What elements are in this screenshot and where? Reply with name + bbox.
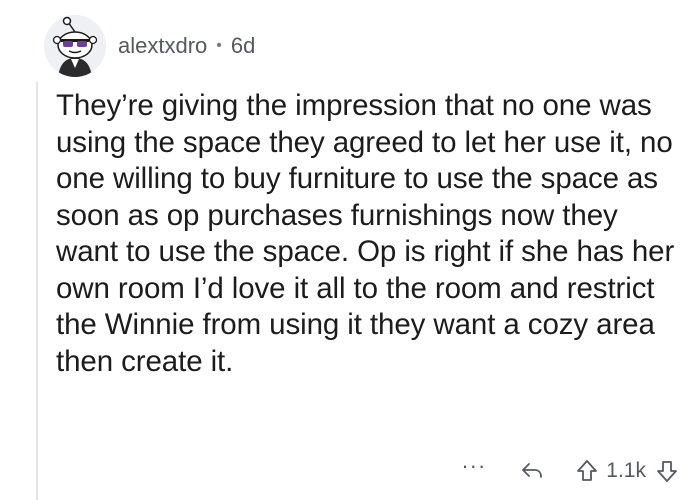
comment-age: 6d bbox=[230, 33, 256, 58]
meta-separator: • bbox=[216, 37, 222, 54]
downvote-button[interactable] bbox=[656, 459, 678, 483]
thread-line[interactable] bbox=[36, 82, 38, 500]
avatar[interactable] bbox=[44, 15, 106, 77]
comment-header: alextxdro • 6d bbox=[44, 14, 255, 78]
reply-button[interactable] bbox=[520, 460, 544, 482]
comment-actions: ··· 1.1k bbox=[461, 453, 678, 488]
username-link[interactable]: alextxdro bbox=[118, 33, 207, 59]
snoo-avatar-icon bbox=[44, 15, 106, 77]
reply-arrow-icon bbox=[522, 463, 543, 478]
upvote-arrow-icon bbox=[577, 460, 598, 481]
downvote-arrow-icon bbox=[657, 461, 677, 482]
more-options-icon: ··· bbox=[461, 453, 487, 478]
comment-meta: alextxdro • 6d bbox=[118, 33, 255, 59]
upvote-button[interactable] bbox=[576, 459, 598, 483]
comment-card: alextxdro • 6d They’re giving the impres… bbox=[0, 0, 700, 500]
more-options-button[interactable]: ··· bbox=[461, 453, 486, 479]
comment-text: They’re giving the impression that no on… bbox=[56, 89, 675, 378]
vote-score: 1.1k bbox=[606, 459, 646, 482]
